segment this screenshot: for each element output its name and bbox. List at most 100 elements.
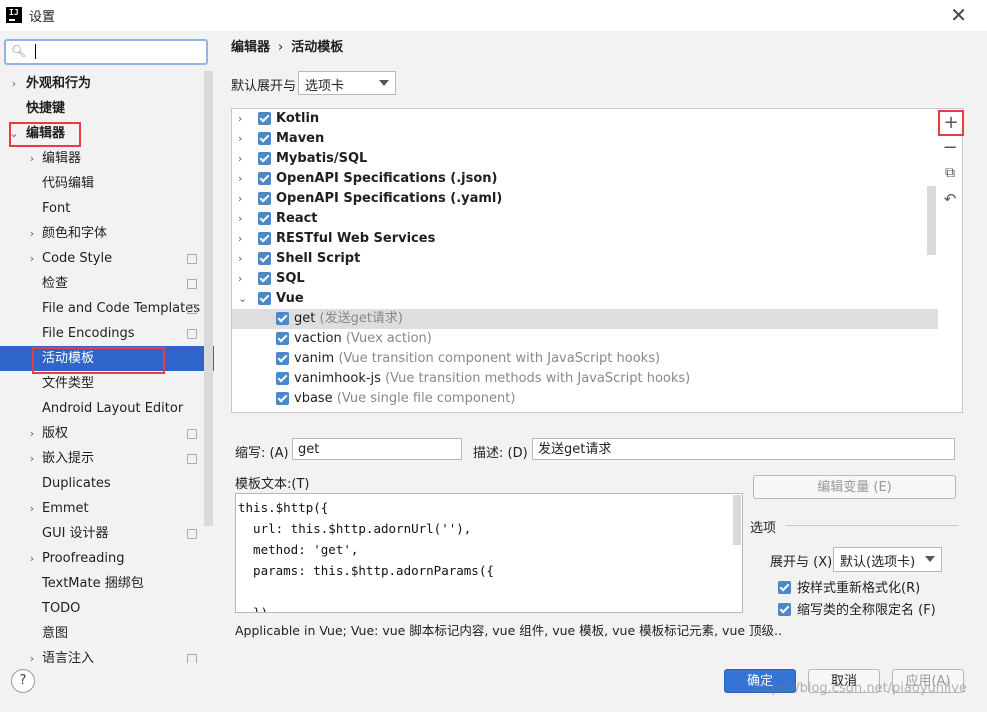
shorten-fq-checkbox[interactable] <box>778 603 791 616</box>
chevron-right-icon[interactable]: › <box>238 169 242 189</box>
close-icon[interactable]: ✕ <box>950 3 967 27</box>
chevron-right-icon[interactable]: › <box>27 221 37 246</box>
template-group-row[interactable]: › React <box>232 209 938 229</box>
chevron-right-icon[interactable]: › <box>238 209 242 229</box>
abbreviation-input[interactable]: get <box>292 438 462 460</box>
options-title: 选项 <box>750 521 777 536</box>
sidebar-item[interactable]: TODO <box>0 596 214 621</box>
chevron-right-icon[interactable]: › <box>238 129 242 149</box>
chevron-right-icon[interactable]: › <box>238 109 242 129</box>
group-checkbox[interactable] <box>258 232 271 245</box>
chevron-right-icon[interactable]: › <box>238 149 242 169</box>
template-group-row[interactable]: › Shell Script <box>232 249 938 269</box>
remove-template-button[interactable]: − <box>938 136 962 160</box>
template-item-row[interactable]: vanimhook-js (Vue transition methods wit… <box>232 369 938 389</box>
chevron-right-icon[interactable]: › <box>27 496 37 521</box>
chevron-right-icon[interactable]: › <box>238 189 242 209</box>
template-text-editor[interactable]: this.$http({ url: this.$http.adornUrl(''… <box>235 493 743 613</box>
description-input[interactable]: 发送get请求 <box>532 438 955 460</box>
chevron-right-icon[interactable]: › <box>27 446 37 471</box>
chevron-right-icon[interactable]: › <box>27 546 37 571</box>
sidebar-item[interactable]: › 语言注入 <box>0 646 214 663</box>
chevron-right-icon[interactable]: › <box>238 229 242 249</box>
template-item-row[interactable]: vaction (Vuex action) <box>232 329 938 349</box>
add-template-button[interactable]: + <box>938 110 964 136</box>
breadcrumb-part: 编辑器 <box>231 40 271 55</box>
chevron-right-icon[interactable]: › <box>27 646 37 663</box>
shorten-fq-option[interactable]: 缩写类的全称限定名 (F) <box>778 599 936 618</box>
chevron-right-icon[interactable]: › <box>27 246 37 271</box>
group-checkbox[interactable] <box>258 292 271 305</box>
group-checkbox[interactable] <box>258 172 271 185</box>
copy-template-button[interactable]: ⧉ <box>938 161 962 185</box>
template-group-row[interactable]: › Maven <box>232 129 938 149</box>
template-abbreviation: vaction <box>294 331 342 346</box>
template-group-row[interactable]: › RESTful Web Services <box>232 229 938 249</box>
default-expand-select[interactable]: 选项卡 <box>298 71 396 95</box>
template-group-row[interactable]: › Kotlin <box>232 109 938 129</box>
sidebar-item[interactable]: Android Layout Editor <box>0 396 214 421</box>
sidebar-item[interactable]: › 嵌入提示 <box>0 446 214 471</box>
template-group-row[interactable]: › OpenAPI Specifications (.json) <box>232 169 938 189</box>
project-scope-icon <box>187 279 197 289</box>
search-input[interactable]: 🔍︎ <box>4 39 208 65</box>
sidebar-item[interactable]: › 版权 <box>0 421 214 446</box>
help-icon[interactable]: ? <box>11 669 35 693</box>
group-checkbox[interactable] <box>258 192 271 205</box>
chevron-right-icon[interactable]: › <box>9 71 19 96</box>
sidebar-item[interactable]: Duplicates <box>0 471 214 496</box>
sidebar-item[interactable]: File and Code Templates <box>0 296 214 321</box>
template-checkbox[interactable] <box>276 352 289 365</box>
group-checkbox[interactable] <box>258 252 271 265</box>
expand-with-select[interactable]: 默认(选项卡) <box>833 547 942 572</box>
reformat-option[interactable]: 按样式重新格式化(R) <box>778 577 920 596</box>
template-abbreviation: vbase <box>294 391 333 406</box>
sidebar-item[interactable]: › 颜色和字体 <box>0 221 214 246</box>
group-checkbox[interactable] <box>258 112 271 125</box>
editor-scrollbar[interactable] <box>733 495 741 545</box>
chevron-right-icon[interactable]: › <box>27 146 37 171</box>
description-label: 描述: (D) <box>473 446 528 461</box>
chevron-right-icon[interactable]: › <box>27 421 37 446</box>
template-group-row[interactable]: › OpenAPI Specifications (.yaml) <box>232 189 938 209</box>
template-checkbox[interactable] <box>276 372 289 385</box>
sidebar-item[interactable]: › Proofreading <box>0 546 214 571</box>
reformat-checkbox[interactable] <box>778 581 791 594</box>
sidebar-item[interactable]: › 外观和行为 <box>0 71 214 96</box>
sidebar-item[interactable]: 意图 <box>0 621 214 646</box>
sidebar-item[interactable]: › 编辑器 <box>0 146 214 171</box>
sidebar-item[interactable]: File Encodings <box>0 321 214 346</box>
sidebar-item[interactable]: 检查 <box>0 271 214 296</box>
template-group-row[interactable]: › SQL <box>232 269 938 289</box>
list-scrollbar[interactable] <box>927 186 936 255</box>
template-item-row[interactable]: vanim (Vue transition component with Jav… <box>232 349 938 369</box>
template-checkbox[interactable] <box>276 332 289 345</box>
group-checkbox[interactable] <box>258 152 271 165</box>
sidebar-scrollbar[interactable] <box>204 71 213 526</box>
group-checkbox[interactable] <box>258 212 271 225</box>
sidebar-item[interactable]: GUI 设计器 <box>0 521 214 546</box>
sidebar-item[interactable]: Font <box>0 196 214 221</box>
settings-dialog: IJ 设置 ✕ 🔍︎ › 外观和行为 快捷键 ⌄ 编辑器 › 编辑器 代码编辑 Font › 颜色和… <box>0 0 987 712</box>
template-item-row[interactable]: get (发送get请求) <box>232 309 938 329</box>
group-checkbox[interactable] <box>258 272 271 285</box>
edit-variables-button[interactable]: 编辑变量 (E) <box>753 475 956 499</box>
chevron-right-icon[interactable]: › <box>238 269 242 289</box>
sidebar-item[interactable]: 代码编辑 <box>0 171 214 196</box>
template-group-row[interactable]: ⌄ Vue <box>232 289 938 309</box>
template-checkbox[interactable] <box>276 392 289 405</box>
restore-template-button[interactable]: ↶ <box>938 187 962 211</box>
template-item-row[interactable]: vbase (Vue single file component) <box>232 389 938 409</box>
chevron-right-icon[interactable]: › <box>238 249 242 269</box>
group-checkbox[interactable] <box>258 132 271 145</box>
project-scope-icon <box>187 454 197 464</box>
sidebar-item[interactable]: › Code Style <box>0 246 214 271</box>
template-group-row[interactable]: › Mybatis/SQL <box>232 149 938 169</box>
sidebar-item[interactable]: 文件类型 <box>0 371 214 396</box>
applicable-contexts[interactable]: Applicable in Vue; Vue: vue 脚本标记内容, vue … <box>235 620 782 639</box>
sidebar-item[interactable]: › Emmet <box>0 496 214 521</box>
sidebar-item[interactable]: TextMate 捆绑包 <box>0 571 214 596</box>
sidebar-item[interactable]: 快捷键 <box>0 96 214 121</box>
template-checkbox[interactable] <box>276 312 289 325</box>
chevron-down-icon[interactable]: ⌄ <box>238 289 247 309</box>
